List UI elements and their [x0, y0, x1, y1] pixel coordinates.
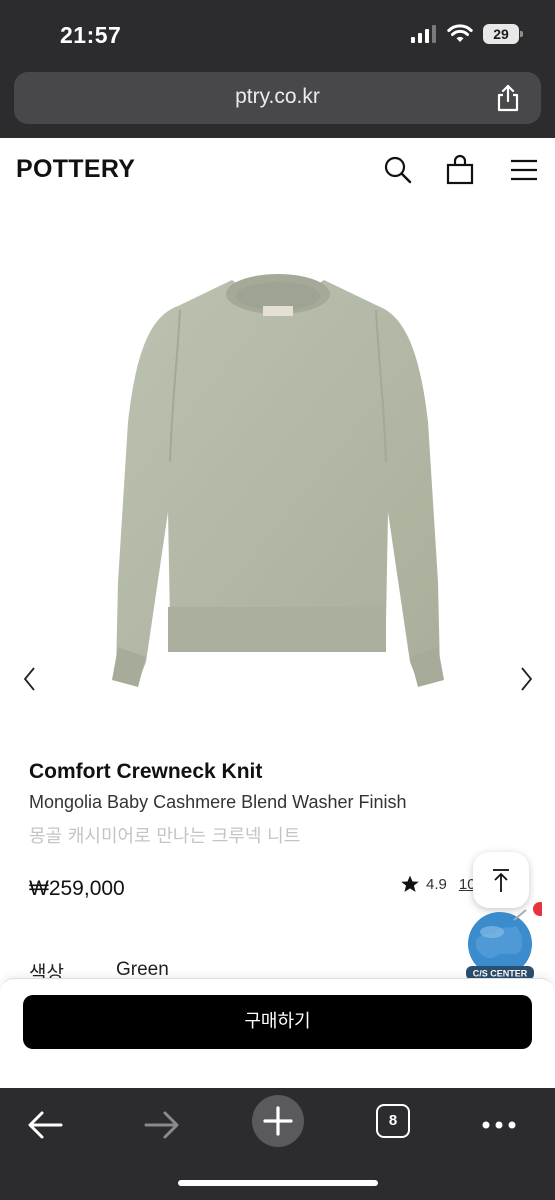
- next-arrow-icon[interactable]: [516, 662, 536, 696]
- product-description: 몽골 캐시미어로 만나는 크루넥 니트: [29, 826, 301, 847]
- notification-dot: [533, 902, 547, 916]
- status-time: 21:57: [60, 22, 122, 48]
- product-price: ₩259,000: [29, 877, 125, 900]
- globe-icon: C/S CENTER: [466, 902, 547, 980]
- site-header: POTTERY: [0, 138, 555, 202]
- product-subtitle: Mongolia Baby Cashmere Blend Washer Fini…: [29, 792, 407, 812]
- search-icon[interactable]: [382, 154, 414, 186]
- cs-center-button[interactable]: C/S CENTER: [462, 900, 547, 984]
- back-icon[interactable]: [20, 1100, 70, 1150]
- home-indicator: [178, 1180, 378, 1186]
- product-title: Comfort Crewneck Knit: [29, 760, 263, 783]
- star-icon: [401, 875, 419, 892]
- address-bar[interactable]: ptry.co.kr: [14, 72, 541, 124]
- site-logo[interactable]: POTTERY: [16, 155, 135, 184]
- cs-center-label: C/S CENTER: [473, 969, 528, 979]
- buy-button[interactable]: 구매하기: [23, 995, 532, 1049]
- plus-icon[interactable]: [251, 1094, 305, 1148]
- purchase-bar: 구매하기: [0, 978, 555, 1090]
- share-icon[interactable]: [493, 83, 523, 113]
- signal-icon: [411, 25, 436, 43]
- menu-icon[interactable]: [508, 154, 540, 186]
- bag-icon[interactable]: [444, 154, 476, 186]
- more-icon[interactable]: [474, 1100, 524, 1150]
- battery-indicator: 29: [483, 24, 523, 44]
- wifi-icon: [447, 24, 473, 42]
- forward-icon[interactable]: [137, 1100, 187, 1150]
- url-text: ptry.co.kr: [235, 85, 320, 108]
- status-icons: 29: [411, 24, 523, 44]
- rating[interactable]: 4.9 10: [400, 874, 476, 894]
- sweater-image: [112, 274, 444, 687]
- prev-arrow-icon[interactable]: [20, 662, 40, 696]
- browser-top-chrome: 21:57 29 ptry.co.kr: [0, 0, 555, 138]
- rating-value: 4.9: [426, 875, 447, 893]
- product-image[interactable]: [0, 202, 555, 747]
- tab-count-button[interactable]: 8: [376, 1104, 410, 1138]
